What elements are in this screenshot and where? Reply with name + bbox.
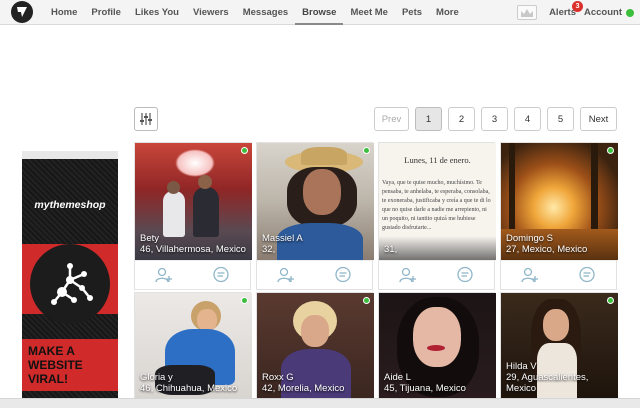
profile-photo[interactable]: Domingo S 27, Mexico, Mexico xyxy=(501,143,618,260)
profile-caption: Hilda V 29, Aguascalientes, Mexico xyxy=(506,361,618,394)
filter-button[interactable] xyxy=(134,107,158,131)
profile-card[interactable]: Roxx G 42, Morelia, Mexico xyxy=(256,292,374,400)
add-friend-icon[interactable] xyxy=(154,265,174,285)
profile-card[interactable]: Bety 46, Villahermosa, Mexico xyxy=(134,142,252,290)
profile-card[interactable]: Lunes, 11 de enero. Vaya, que te quise m… xyxy=(378,142,496,290)
alerts-link[interactable]: Alerts 3 xyxy=(549,1,584,18)
profile-name: Hilda V xyxy=(506,361,537,372)
nav-more[interactable]: More xyxy=(429,0,466,25)
nav-home[interactable]: Home xyxy=(44,0,84,25)
profile-detail: 46, Chihuahua, Mexico xyxy=(140,383,238,394)
sliders-icon xyxy=(140,113,152,125)
add-friend-icon[interactable] xyxy=(398,265,418,285)
profile-detail: 32, xyxy=(262,244,276,255)
add-friend-icon[interactable] xyxy=(276,265,296,285)
online-status-icon xyxy=(363,147,370,154)
profile-name: Gloria y xyxy=(140,372,173,383)
profile-photo[interactable]: Roxx G 42, Morelia, Mexico xyxy=(257,293,374,399)
nav-profile[interactable]: Profile xyxy=(84,0,128,25)
page-2-button[interactable]: 2 xyxy=(448,107,475,131)
profile-photo[interactable]: Gloria y 46, Chihuahua, Mexico xyxy=(135,293,252,399)
profile-actions xyxy=(135,260,250,289)
ad-network-icon xyxy=(30,244,110,324)
profile-caption: Bety 46, Villahermosa, Mexico xyxy=(140,233,246,255)
page-4-button[interactable]: 4 xyxy=(514,107,541,131)
profile-photo[interactable]: Massiel A 32, xyxy=(257,143,374,260)
advertisement-banner[interactable]: mythemeshop MAKE A WEBSITE VIRAL! xyxy=(22,151,118,403)
profile-card[interactable]: Gloria y 46, Chihuahua, Mexico xyxy=(134,292,252,400)
online-status-icon xyxy=(241,147,248,154)
nav-browse[interactable]: Browse xyxy=(295,0,344,25)
profile-name: Roxx G xyxy=(262,372,294,383)
online-status-icon xyxy=(607,147,614,154)
crown-button[interactable] xyxy=(517,5,538,20)
letter-text: Vaya, que te quise mucho, muchísimo. Te … xyxy=(382,180,491,231)
profile-name: Bety xyxy=(140,233,160,244)
profile-card[interactable]: Aide L 45, Tijuana, Mexico xyxy=(378,292,496,400)
profile-card[interactable]: Massiel A 32, xyxy=(256,142,374,290)
next-page-button[interactable]: Next xyxy=(580,107,617,131)
profile-name: Domingo S xyxy=(506,233,553,244)
nav-viewers[interactable]: Viewers xyxy=(186,0,236,25)
horizontal-scrollbar[interactable] xyxy=(0,398,640,408)
online-status-icon xyxy=(607,297,614,304)
page-3-button[interactable]: 3 xyxy=(481,107,508,131)
profile-caption: Gloria y 46, Chihuahua, Mexico xyxy=(140,372,237,394)
right-nav: Alerts 3 Account xyxy=(517,0,636,25)
top-nav-bar: Home Profile Likes You Viewers Messages … xyxy=(0,0,640,25)
profile-photo[interactable]: Bety 46, Villahermosa, Mexico xyxy=(135,143,252,260)
profile-card[interactable]: Domingo S 27, Mexico, Mexico xyxy=(500,142,618,290)
prev-page-button[interactable]: Prev xyxy=(374,107,409,131)
message-icon[interactable] xyxy=(455,265,475,285)
profile-caption: Massiel A 32, xyxy=(262,233,303,255)
profile-name: Massiel A xyxy=(262,233,303,244)
ad-label-strip xyxy=(22,151,118,159)
profile-detail: 31, xyxy=(384,244,398,255)
letter-date: Lunes, 11 de enero. xyxy=(404,155,471,165)
profile-photo[interactable]: Lunes, 11 de enero. Vaya, que te quise m… xyxy=(379,143,496,260)
profile-detail: 27, Mexico, Mexico xyxy=(506,244,588,255)
message-icon[interactable] xyxy=(577,265,597,285)
account-link[interactable]: Account xyxy=(584,7,622,18)
main-nav: Home Profile Likes You Viewers Messages … xyxy=(44,0,466,25)
profile-caption: Domingo S 27, Mexico, Mexico xyxy=(506,233,587,255)
alerts-count-badge: 3 xyxy=(572,1,584,12)
profile-caption: Roxx G 42, Morelia, Mexico xyxy=(262,372,344,394)
page-1-button[interactable]: 1 xyxy=(415,107,442,131)
nav-messages[interactable]: Messages xyxy=(236,0,295,25)
profile-caption: 31, xyxy=(384,244,397,255)
online-status-icon xyxy=(241,297,248,304)
logo-icon[interactable] xyxy=(11,1,33,23)
profile-actions xyxy=(379,260,494,289)
profile-detail: 42, Morelia, Mexico xyxy=(262,383,345,394)
profile-detail: 46, Villahermosa, Mexico xyxy=(140,244,246,255)
message-icon[interactable] xyxy=(333,265,353,285)
profile-photo[interactable]: Aide L 45, Tijuana, Mexico xyxy=(379,293,496,399)
nav-pets[interactable]: Pets xyxy=(395,0,429,25)
message-icon[interactable] xyxy=(211,265,231,285)
profile-actions xyxy=(257,260,372,289)
profile-caption: Aide L 45, Tijuana, Mexico xyxy=(384,372,466,394)
crown-icon xyxy=(521,8,534,17)
add-friend-icon[interactable] xyxy=(520,265,540,285)
profile-photo[interactable]: Hilda V 29, Aguascalientes, Mexico xyxy=(501,293,618,399)
profile-actions xyxy=(501,260,616,289)
ad-slogan: MAKE A WEBSITE VIRAL! xyxy=(22,339,118,391)
profile-card[interactable]: Hilda V 29, Aguascalientes, Mexico xyxy=(500,292,618,400)
profile-detail: 45, Tijuana, Mexico xyxy=(384,383,466,394)
nav-likes-you[interactable]: Likes You xyxy=(128,0,186,25)
online-status-icon xyxy=(626,8,634,17)
nav-meet-me[interactable]: Meet Me xyxy=(343,0,394,25)
ad-brand: mythemeshop xyxy=(34,199,106,211)
page-5-button[interactable]: 5 xyxy=(547,107,574,131)
profile-detail: 29, Aguascalientes, Mexico xyxy=(506,372,589,394)
pagination: Prev 1 2 3 4 5 Next xyxy=(368,107,617,131)
profile-name: Aide L xyxy=(384,372,411,383)
online-status-icon xyxy=(363,297,370,304)
